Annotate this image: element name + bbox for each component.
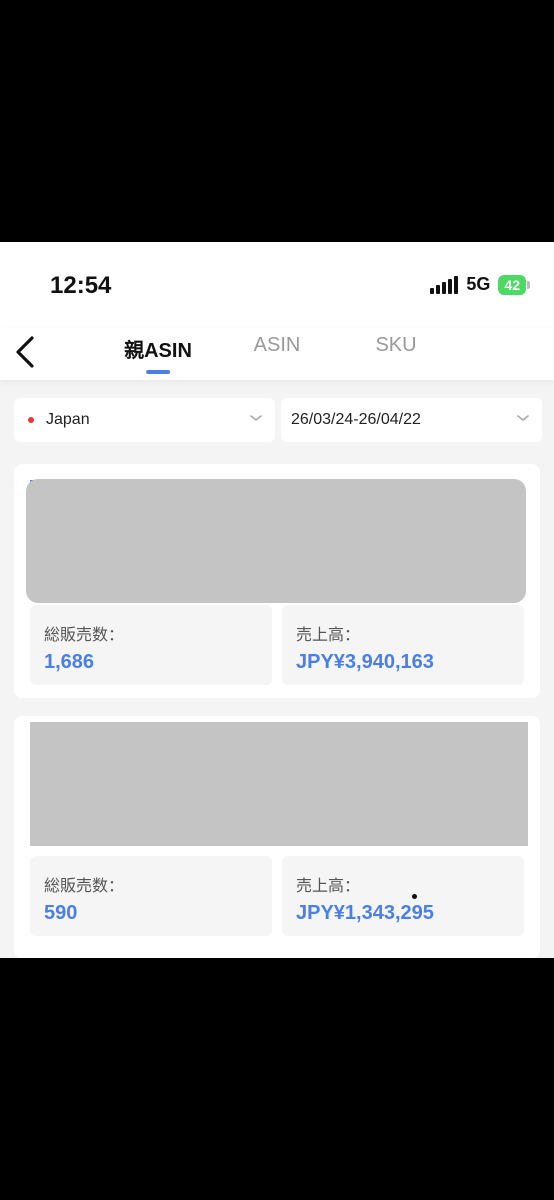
total-sales-value: 590 bbox=[44, 902, 78, 924]
app-screen: 12:54 5G 42 親ASIN ASIN SKU Japan 26/03/2… bbox=[0, 242, 554, 958]
tab-label: ASIN bbox=[253, 334, 301, 356]
active-tab-indicator bbox=[145, 370, 170, 374]
signal-icon bbox=[430, 275, 459, 294]
status-time: 12:54 bbox=[50, 272, 112, 299]
product-card[interactable]: 総販売数： 590 売上高： JPY¥1,343,295 bbox=[14, 716, 540, 958]
status-bar: 12:54 5G 42 bbox=[0, 242, 554, 328]
tab-parent-asin[interactable]: 親ASIN bbox=[124, 334, 192, 374]
country-value: Japan bbox=[46, 411, 90, 428]
chevron-down-icon bbox=[517, 415, 529, 421]
total-sales-value: 1,686 bbox=[44, 651, 95, 673]
revenue-value: JPY¥3,940,163 bbox=[296, 651, 434, 673]
filter-row: Japan 26/03/24-26/04/22 bbox=[14, 398, 542, 442]
status-indicators: 5G 42 bbox=[430, 274, 530, 295]
touch-dot bbox=[412, 894, 417, 899]
product-card[interactable]: 総販売数： 1,686 売上高： JPY¥3,940,163 bbox=[14, 464, 540, 698]
tab-label: SKU bbox=[375, 334, 417, 356]
battery-level: 42 bbox=[504, 276, 520, 293]
tab-sku[interactable]: SKU bbox=[375, 334, 416, 357]
tab-asin[interactable]: ASIN bbox=[254, 334, 301, 357]
chevron-left-icon bbox=[16, 336, 34, 368]
back-button[interactable] bbox=[10, 332, 40, 372]
country-select[interactable]: Japan bbox=[14, 398, 275, 442]
revenue-label: 売上高： bbox=[296, 878, 361, 895]
tab-label: 親ASIN bbox=[124, 340, 192, 362]
revenue-value: JPY¥1,343,295 bbox=[296, 902, 434, 924]
battery-icon: 42 bbox=[498, 274, 530, 295]
country-dot-icon bbox=[28, 417, 34, 423]
total-sales-box: 総販売数： 590 bbox=[30, 856, 272, 936]
top-nav: 親ASIN ASIN SKU bbox=[0, 328, 554, 380]
revenue-box: 売上高： JPY¥1,343,295 bbox=[282, 856, 524, 936]
date-range-select[interactable]: 26/03/24-26/04/22 bbox=[281, 398, 542, 442]
total-sales-label: 総販売数： bbox=[44, 878, 125, 895]
redacted-product-info bbox=[26, 479, 526, 603]
total-sales-label: 総販売数： bbox=[44, 627, 125, 644]
chevron-down-icon bbox=[250, 415, 262, 421]
revenue-box: 売上高： JPY¥3,940,163 bbox=[282, 605, 524, 685]
redacted-product-info bbox=[30, 722, 528, 846]
revenue-label: 売上高： bbox=[296, 627, 361, 644]
total-sales-box: 総販売数： 1,686 bbox=[30, 605, 272, 685]
date-range-value: 26/03/24-26/04/22 bbox=[291, 411, 421, 428]
network-type: 5G bbox=[466, 274, 491, 294]
